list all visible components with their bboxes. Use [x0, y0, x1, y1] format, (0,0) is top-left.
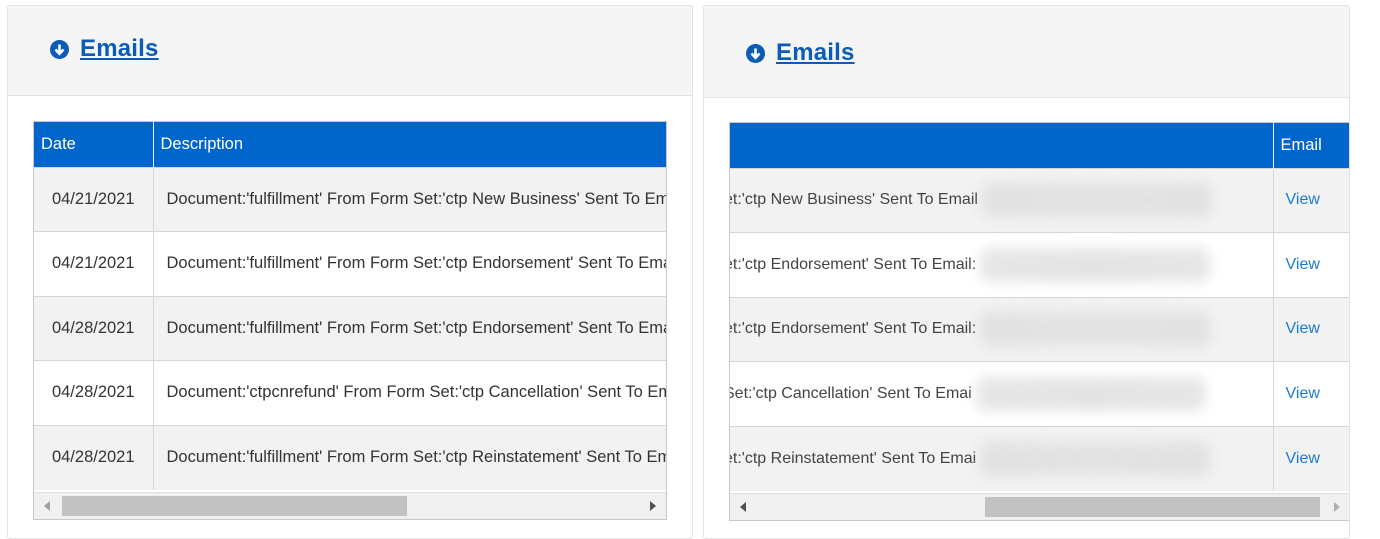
- description-cell: Document:'ctpcnrefund' From Form Set:'ct…: [153, 360, 666, 425]
- redacted-email: [980, 247, 1211, 282]
- view-email-link[interactable]: View: [1286, 256, 1320, 273]
- date-cell: 04/28/2021: [34, 424, 154, 490]
- table-row: 04/28/2021 Document:'ctpcnrefund' From F…: [34, 360, 666, 425]
- redacted-email: [980, 312, 1211, 347]
- description-cell: et:'ctp Endorsement' Sent To Email:: [730, 296, 1274, 362]
- table-header-row: Date Description: [34, 122, 666, 167]
- scroll-left-arrow-icon[interactable]: [44, 501, 50, 511]
- date-cell: 04/21/2021: [34, 231, 154, 296]
- arrow-circle-down-icon: [50, 39, 69, 59]
- description-text: et:'ctp Endorsement' Sent To Email:: [730, 320, 977, 338]
- table-row: et:'ctp Reinstatement' Sent To Emai View: [730, 425, 1349, 491]
- email-cell: View: [1273, 361, 1349, 426]
- description-cell: Document:'fulfillment' From Form Set:'ct…: [153, 231, 666, 296]
- description-text: Set:'ctp Cancellation' Sent To Emai: [730, 384, 972, 402]
- column-header-description[interactable]: [730, 123, 1274, 168]
- emails-panel-left: Emails Date Description 04/21/2021 Docum…: [7, 5, 693, 539]
- scrollbar-thumb[interactable]: [62, 496, 407, 516]
- description-cell: et:'ctp Reinstatement' Sent To Emai: [730, 425, 1274, 491]
- description-cell: Document:'fulfillment' From Form Set:'ct…: [153, 166, 666, 232]
- description-text: et:'ctp Reinstatement' Sent To Emai: [730, 449, 977, 467]
- table-row: et:'ctp New Business' Sent To Email View: [730, 167, 1349, 233]
- column-header-description[interactable]: Description: [153, 122, 666, 167]
- redacted-email: [980, 441, 1211, 476]
- emails-title-link[interactable]: Emails: [776, 39, 855, 67]
- email-cell: View: [1273, 167, 1349, 233]
- horizontal-scrollbar[interactable]: [730, 493, 1349, 520]
- description-cell: et:'ctp Endorsement' Sent To Email:: [730, 232, 1274, 297]
- table-header-row: Email: [730, 123, 1349, 168]
- emails-table-frame: Email et:'ctp New Business' Sent To Emai…: [729, 122, 1349, 521]
- view-email-link[interactable]: View: [1286, 320, 1320, 337]
- emails-toggle[interactable]: Emails: [746, 39, 855, 67]
- description-text: et:'ctp Endorsement' Sent To Email:: [730, 255, 977, 273]
- description-cell: Set:'ctp Cancellation' Sent To Emai: [730, 361, 1274, 426]
- description-cell: Document:'fulfillment' From Form Set:'ct…: [153, 424, 666, 490]
- table-row: 04/28/2021 Document:'fulfillment' From F…: [34, 424, 666, 490]
- description-cell: et:'ctp New Business' Sent To Email: [730, 167, 1274, 233]
- table-row: et:'ctp Endorsement' Sent To Email: View: [730, 296, 1349, 362]
- view-email-link[interactable]: View: [1286, 450, 1320, 467]
- date-cell: 04/28/2021: [34, 295, 154, 361]
- scroll-right-arrow-icon[interactable]: [1334, 502, 1340, 512]
- emails-panel-right: Emails Email et:'ctp New Business' Sent …: [703, 5, 1350, 539]
- table-row: 04/21/2021 Document:'fulfillment' From F…: [34, 231, 666, 296]
- table-row: 04/21/2021 Document:'fulfillment' From F…: [34, 166, 666, 232]
- panel-header: Emails: [8, 6, 692, 96]
- horizontal-scrollbar[interactable]: [34, 492, 666, 519]
- table-row: Set:'ctp Cancellation' Sent To Emai View: [730, 361, 1349, 426]
- panel-header: Emails: [704, 6, 1349, 98]
- email-cell: View: [1273, 296, 1349, 362]
- column-header-date[interactable]: Date: [34, 122, 154, 167]
- view-email-link[interactable]: View: [1286, 385, 1320, 402]
- redacted-email: [981, 183, 1212, 218]
- scroll-left-arrow-icon[interactable]: [740, 502, 746, 512]
- emails-toggle[interactable]: Emails: [50, 35, 159, 63]
- emails-table: Email et:'ctp New Business' Sent To Emai…: [730, 123, 1349, 491]
- date-cell: 04/21/2021: [34, 166, 154, 232]
- description-cell: Document:'fulfillment' From Form Set:'ct…: [153, 295, 666, 361]
- redacted-email: [975, 376, 1206, 411]
- emails-table-frame: Date Description 04/21/2021 Document:'fu…: [33, 121, 667, 520]
- view-email-link[interactable]: View: [1286, 191, 1320, 208]
- date-cell: 04/28/2021: [34, 360, 154, 425]
- table-row: et:'ctp Endorsement' Sent To Email: View: [730, 232, 1349, 297]
- arrow-circle-down-icon: [746, 43, 765, 63]
- email-cell: View: [1273, 232, 1349, 297]
- emails-title-link[interactable]: Emails: [80, 35, 159, 63]
- description-text: et:'ctp New Business' Sent To Email: [730, 191, 978, 209]
- email-cell: View: [1273, 425, 1349, 491]
- emails-table: Date Description 04/21/2021 Document:'fu…: [34, 122, 666, 490]
- column-header-email[interactable]: Email: [1273, 123, 1349, 168]
- scrollbar-thumb[interactable]: [985, 497, 1320, 517]
- table-row: 04/28/2021 Document:'fulfillment' From F…: [34, 295, 666, 361]
- scroll-right-arrow-icon[interactable]: [650, 501, 656, 511]
